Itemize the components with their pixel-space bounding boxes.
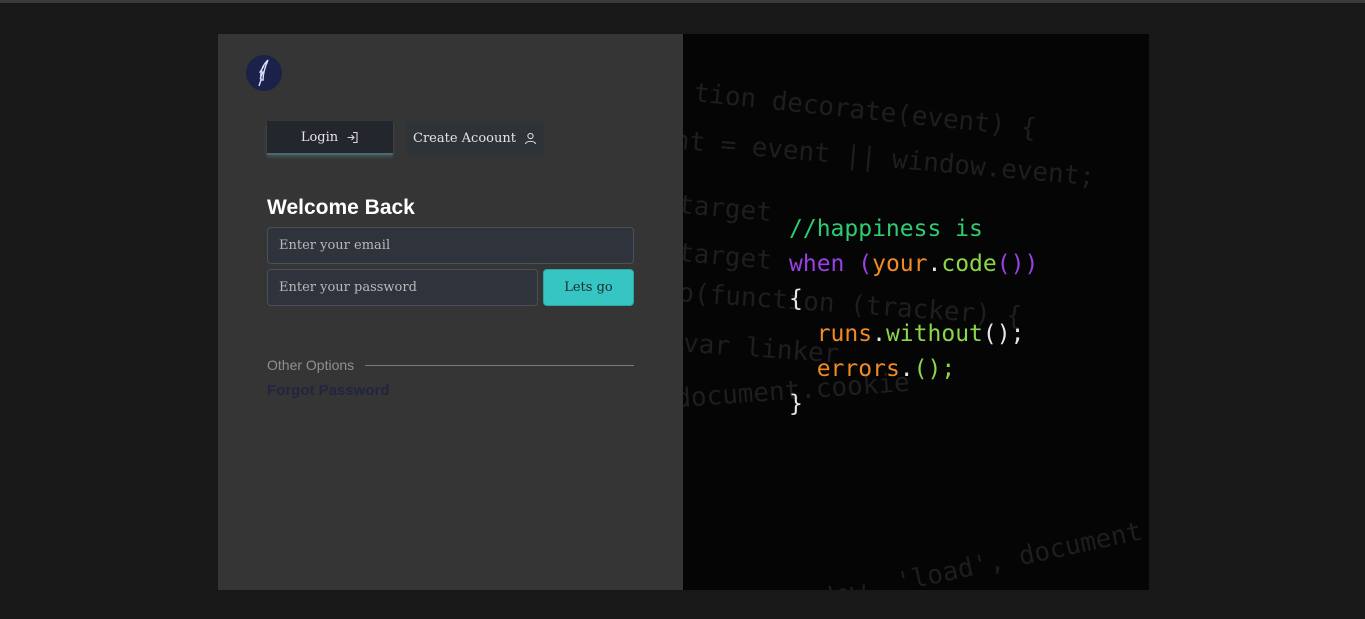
tab-login-label: Login xyxy=(300,129,339,145)
code-object: errors xyxy=(816,356,900,382)
background-code-decoration: target xyxy=(683,237,774,277)
code-dot: . xyxy=(872,321,886,347)
sign-in-icon xyxy=(347,131,358,143)
hero-code-text: //happiness is when (your.code()) { runs… xyxy=(789,212,1038,422)
code-object: your xyxy=(872,251,928,277)
tab-create-account-label: Create Acoount xyxy=(413,130,516,146)
code-call: (); xyxy=(913,356,956,382)
code-object: runs xyxy=(816,321,873,347)
auth-tabs: Login Create Acoount xyxy=(267,121,544,155)
code-comment: //happiness is xyxy=(789,216,983,242)
code-brace: } xyxy=(789,391,803,417)
hero-image: tion decorate(event) { nt = event || win… xyxy=(683,34,1149,590)
auth-card: Login Create Acoount Welcome Back Lets g… xyxy=(218,34,1149,590)
code-paren: ()) xyxy=(996,251,1039,277)
background-code-decoration: target xyxy=(683,189,774,229)
tab-create-account[interactable]: Create Acoount xyxy=(406,121,544,155)
other-options-row: Other Options xyxy=(267,357,634,373)
submit-button[interactable]: Lets go xyxy=(543,269,634,306)
code-function: without xyxy=(885,321,983,347)
code-function: code xyxy=(941,251,997,277)
tab-login[interactable]: Login xyxy=(267,121,393,155)
email-field[interactable] xyxy=(267,227,634,264)
password-field[interactable] xyxy=(267,269,538,306)
background-code-decoration: tener(window, 'load', document.getElemen… xyxy=(683,474,1149,590)
code-keyword: when xyxy=(789,251,845,277)
other-options-label: Other Options xyxy=(267,357,355,373)
code-call: (); xyxy=(982,321,1025,347)
browser-top-strip xyxy=(0,0,1365,3)
auth-panel: Login Create Acoount Welcome Back Lets g… xyxy=(218,34,683,590)
page-title: Welcome Back xyxy=(267,196,415,219)
code-dot: . xyxy=(899,356,914,382)
quill-logo-icon[interactable] xyxy=(246,55,282,91)
user-icon xyxy=(524,132,537,144)
divider xyxy=(365,364,634,366)
code-dot: . xyxy=(927,251,942,277)
code-brace: { xyxy=(789,286,803,312)
forgot-password-link[interactable]: Forgot Password xyxy=(267,382,390,399)
code-paren: ( xyxy=(858,251,873,277)
